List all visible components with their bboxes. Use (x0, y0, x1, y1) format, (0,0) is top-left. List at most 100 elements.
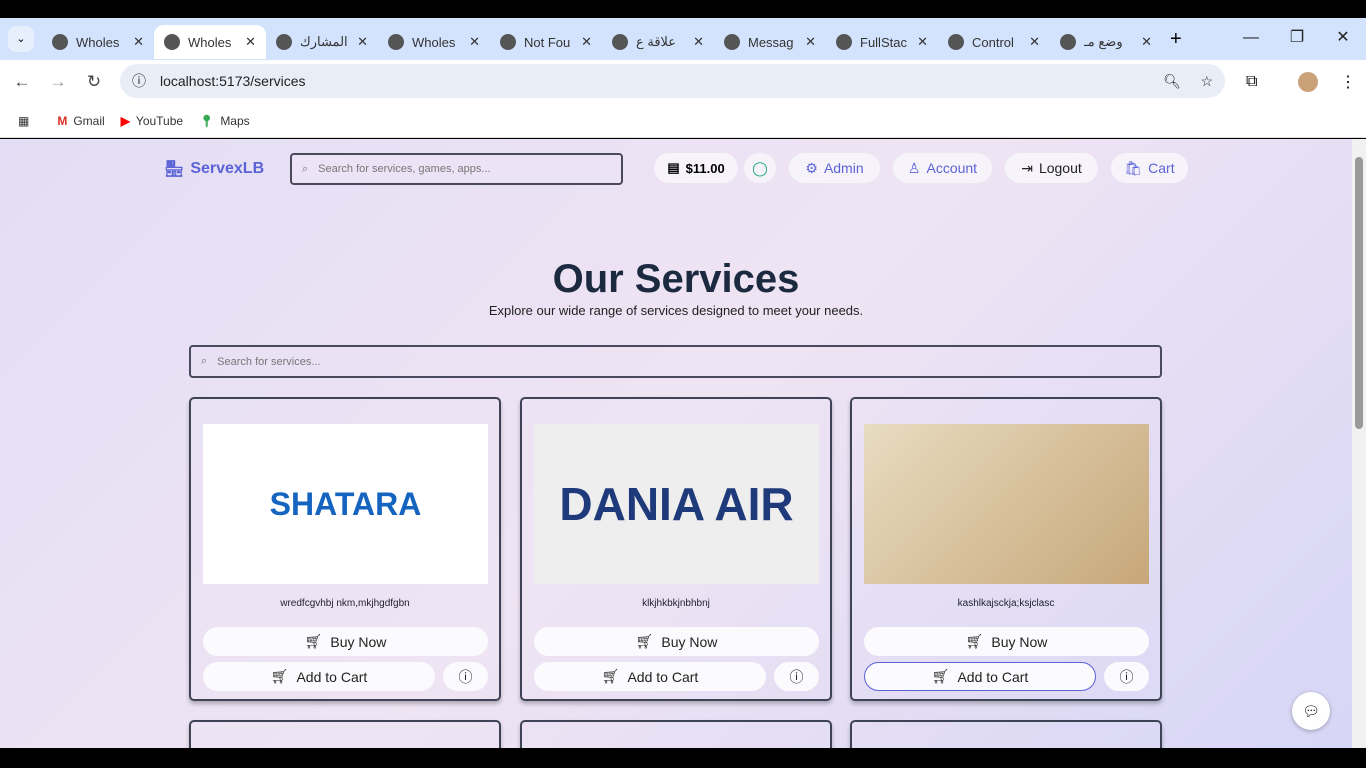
page: 🏪︎ ServexLB ⌕ Search for services, games, … (0, 139, 1352, 748)
favicon-icon (388, 34, 404, 50)
restore-button[interactable]: ❐ (1274, 18, 1320, 60)
menu-icon[interactable]: ⋮ (1340, 72, 1356, 92)
service-image[interactable]: SHATARA (203, 424, 488, 584)
cart-icon: 🛍︎ (1124, 159, 1143, 176)
cart-icon: 🛒︎ (601, 668, 620, 684)
message-icon: ◯ (752, 159, 768, 176)
bookmark-gmail[interactable]: M Gmail (57, 114, 104, 128)
add-to-cart-button[interactable]: 🛒︎ Add to Cart (534, 662, 766, 691)
close-tab-icon[interactable]: ✕ (693, 34, 704, 50)
search-icon: ⌕ (201, 355, 208, 367)
info-button[interactable]: ⓘ (774, 662, 819, 691)
close-tab-icon[interactable]: ✕ (1029, 34, 1040, 50)
browser-tab[interactable]: Wholes ✕ (42, 25, 154, 59)
close-tab-icon[interactable]: ✕ (357, 34, 368, 50)
service-card (189, 720, 501, 748)
service-image[interactable]: DANIA AIR (534, 424, 819, 584)
browser-tab[interactable]: وضع مـ ✕ (1050, 25, 1162, 59)
cart-button[interactable]: 🛍︎ Cart (1111, 153, 1188, 183)
info-icon: ⓘ (789, 668, 804, 685)
favicon-icon (164, 34, 180, 50)
logout-button[interactable]: ⇥ Logout (1005, 153, 1098, 183)
page-subtitle: Explore our wide range of services desig… (488, 303, 864, 318)
cart-icon: 🛒︎ (270, 668, 289, 684)
info-icon: ⓘ (1119, 668, 1134, 685)
close-tab-icon[interactable]: ✕ (1141, 34, 1152, 50)
store-icon: 🏪︎ (164, 161, 185, 178)
new-tab-button[interactable]: + (1170, 28, 1182, 51)
admin-button[interactable]: ⚙ Admin (789, 153, 880, 183)
favicon-icon (500, 34, 516, 50)
brand-logo[interactable]: 🏪︎ ServexLB (164, 159, 264, 179)
buy-now-button[interactable]: 🛒︎ Buy Now (203, 627, 488, 656)
tab-bar: ⌄ Wholes ✕ Wholes ✕ المشارك ✕ Wholes ✕ Not Fou ✕ ع… (0, 18, 1366, 60)
reload-icon[interactable]: ↻ (76, 72, 112, 92)
address-bar-row: ← → ↻ ⓘ localhost:5173/services 🔍︎ ☆ ⧉ ⋮ (0, 60, 1366, 104)
apps-icon[interactable]: ▦ (18, 114, 29, 128)
chat-widget-button[interactable]: 💬︎ (1292, 692, 1330, 730)
close-tab-icon[interactable]: ✕ (133, 34, 144, 50)
browser-tab[interactable]: FullStac ✕ (826, 25, 938, 59)
extensions-icon[interactable]: ⧉ (1246, 73, 1257, 91)
service-description: klkjhkbkjnbhbnj (642, 598, 710, 609)
url-input[interactable]: ⓘ localhost:5173/services 🔍︎ ☆ (120, 64, 1225, 98)
header-search-input[interactable]: ⌕ Search for services, games, apps... (290, 153, 623, 185)
service-image[interactable] (864, 424, 1149, 584)
bookmark-youtube[interactable]: ▶ YouTube (121, 114, 183, 128)
favicon-icon (52, 34, 68, 50)
service-card: kashlkajsckja;ksjclasc 🛒︎ Buy Now 🛒︎ Add t… (850, 397, 1162, 701)
browser-tab[interactable]: Control ✕ (938, 25, 1050, 59)
add-to-cart-button[interactable]: 🛒︎ Add to Cart (864, 662, 1096, 691)
browser-tab[interactable]: Messag ✕ (714, 25, 826, 59)
service-card: SHATARA wredfcgvhbj nkm,mkjhgdfgbn 🛒︎ Buy… (189, 397, 501, 701)
info-button[interactable]: ⓘ (443, 662, 488, 691)
favicon-icon (1060, 34, 1076, 50)
back-icon[interactable]: ← (4, 72, 40, 92)
buy-now-button[interactable]: 🛒︎ Buy Now (864, 627, 1149, 656)
browser-tab[interactable]: المشارك ✕ (266, 25, 378, 59)
info-button[interactable]: ⓘ (1104, 662, 1149, 691)
browser-tab[interactable]: Wholes ✕ (154, 25, 266, 59)
favicon-icon (612, 34, 628, 50)
forward-icon[interactable]: → (40, 72, 76, 92)
cart-icon: 🛒︎ (635, 633, 654, 649)
close-tab-icon[interactable]: ✕ (469, 34, 480, 50)
close-tab-icon[interactable]: ✕ (245, 34, 256, 50)
favicon-icon (724, 34, 740, 50)
browser-tab[interactable]: علاقة ع ✕ (602, 25, 714, 59)
zoom-icon[interactable]: 🔍︎ (1163, 73, 1181, 90)
cart-icon: 🛒︎ (931, 668, 950, 684)
favicon-icon (948, 34, 964, 50)
page-title: Our Services (552, 257, 800, 301)
service-card (850, 720, 1162, 748)
gear-icon: ⚙ (805, 159, 818, 176)
bookmark-maps[interactable]: 📍︎ Maps (199, 114, 250, 128)
close-tab-icon[interactable]: ✕ (805, 34, 816, 50)
add-to-cart-button[interactable]: 🛒︎ Add to Cart (203, 662, 435, 691)
bookmark-star-icon[interactable]: ☆ (1200, 73, 1213, 90)
browser-tab[interactable]: Not Fou ✕ (490, 25, 602, 59)
info-icon: ⓘ (458, 668, 473, 685)
user-icon: ♙ (907, 159, 921, 176)
profile-avatar[interactable] (1298, 72, 1318, 92)
minimize-button[interactable]: — (1228, 18, 1274, 60)
wallet-icon: ▤ (667, 160, 680, 175)
close-tab-icon[interactable]: ✕ (581, 34, 592, 50)
service-description: kashlkajsckja;ksjclasc (957, 598, 1055, 609)
chat-icon: 💬︎ (1302, 703, 1320, 719)
chat-button[interactable]: ◯ (744, 153, 776, 183)
balance-badge[interactable]: ▤ $11.00 (654, 153, 738, 183)
account-button[interactable]: ♙ Account (893, 153, 992, 183)
favicon-icon (836, 34, 852, 50)
scrollbar[interactable] (1352, 139, 1366, 748)
close-tab-icon[interactable]: ✕ (917, 34, 928, 50)
tab-search-button[interactable]: ⌄ (8, 26, 34, 52)
close-window-button[interactable]: ✕ (1320, 18, 1366, 60)
logout-icon: ⇥ (1021, 159, 1033, 176)
browser-tab[interactable]: Wholes ✕ (378, 25, 490, 59)
services-search-input[interactable]: ⌕ Search for services... (189, 345, 1162, 378)
cart-icon: 🛒︎ (965, 633, 984, 649)
site-info-icon[interactable]: ⓘ (132, 71, 146, 91)
buy-now-button[interactable]: 🛒︎ Buy Now (534, 627, 819, 656)
service-card: DANIA AIR klkjhkbkjnbhbnj 🛒︎ Buy Now 🛒︎ Ad… (520, 397, 832, 701)
